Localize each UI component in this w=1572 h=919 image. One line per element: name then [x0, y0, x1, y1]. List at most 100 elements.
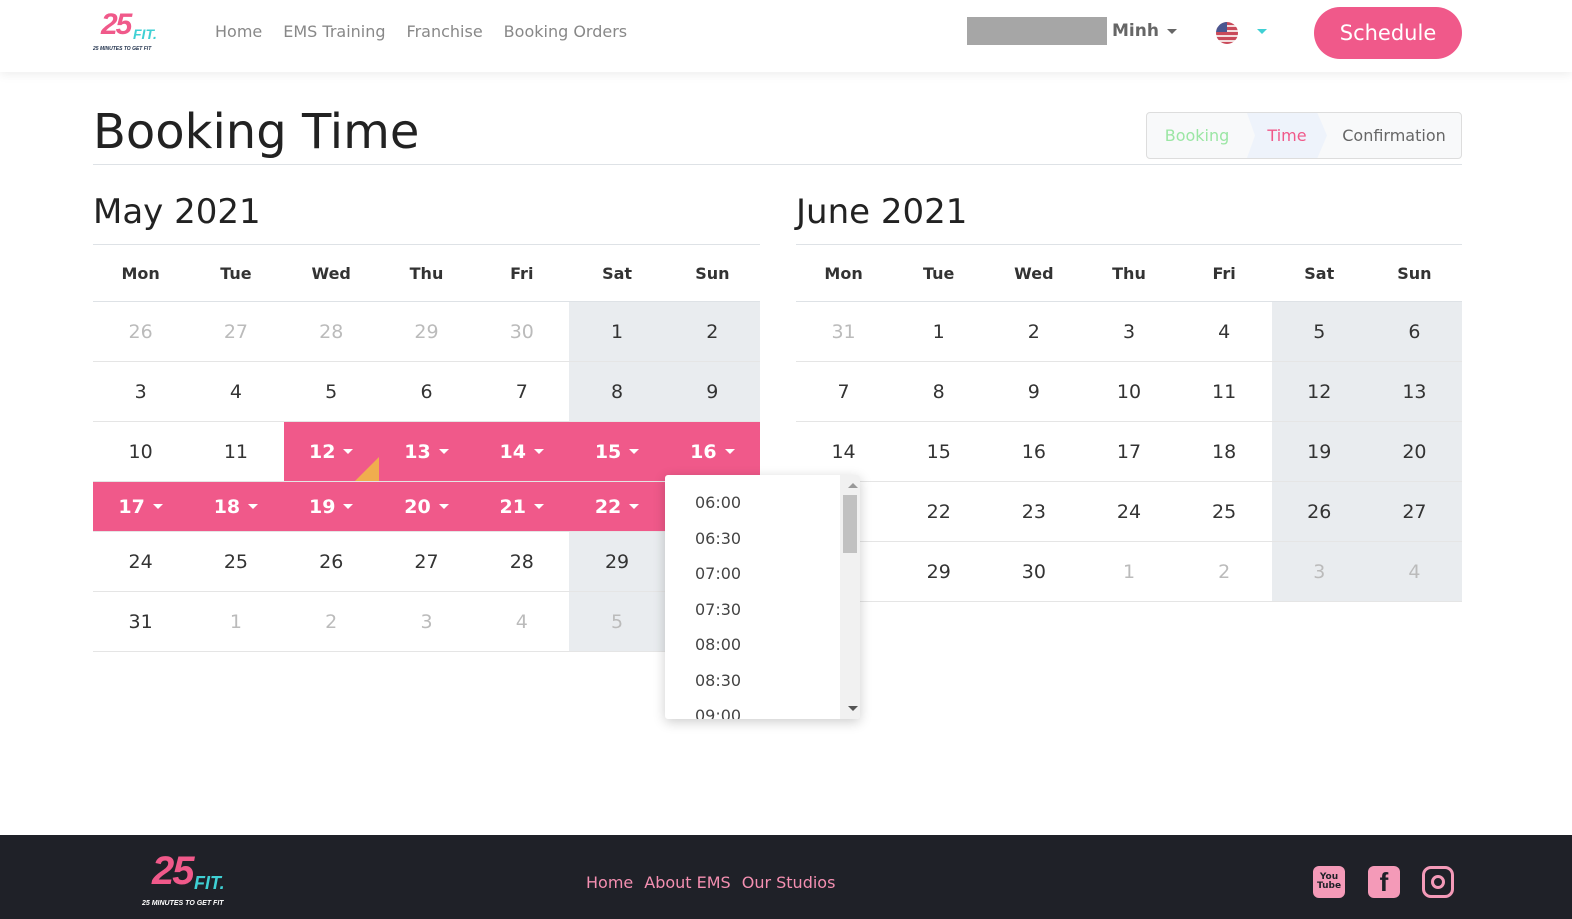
scrollbar[interactable] — [840, 475, 860, 719]
day-cell[interactable]: 26 — [284, 532, 379, 591]
day-cell[interactable]: 5 — [284, 362, 379, 421]
chevron-down-icon[interactable] — [724, 449, 735, 454]
time-option[interactable]: 07:00 — [665, 556, 860, 592]
day-cell[interactable]: 7 — [796, 362, 891, 421]
day-cell[interactable]: 3 — [1081, 302, 1176, 361]
user-menu[interactable]: Minh — [1112, 21, 1177, 41]
time-option[interactable]: 08:30 — [665, 663, 860, 699]
day-cell[interactable]: 19 — [1271, 422, 1367, 481]
day-cell[interactable]: 17 — [1081, 422, 1176, 481]
day-cell[interactable]: 29 — [891, 542, 986, 601]
footer-our-studios[interactable]: Our Studios — [742, 873, 836, 892]
footer-about-ems[interactable]: About EMS — [644, 873, 730, 892]
day-cell[interactable]: 13 — [1366, 362, 1462, 421]
day-cell[interactable]: 1 — [569, 302, 665, 361]
chevron-down-icon[interactable] — [629, 504, 640, 509]
selected-day-cell[interactable]: 22 — [569, 482, 665, 531]
weekday-label: Tue — [923, 263, 955, 283]
chevron-down-icon[interactable] — [343, 504, 354, 509]
day-cell[interactable]: 25 — [188, 532, 283, 591]
day-cell[interactable]: 29 — [569, 532, 665, 591]
time-option[interactable]: 08:00 — [665, 627, 860, 663]
day-cell[interactable]: 11 — [1177, 362, 1272, 421]
day-cell[interactable]: 2 — [664, 302, 760, 361]
day-cell[interactable]: 27 — [379, 532, 474, 591]
day-cell[interactable]: 18 — [1177, 422, 1272, 481]
day-cell[interactable]: 1 — [891, 302, 986, 361]
day-cell[interactable]: 4 — [188, 362, 283, 421]
day-cell[interactable]: 7 — [474, 362, 569, 421]
day-cell[interactable]: 25 — [1177, 482, 1272, 541]
day-cell[interactable]: 24 — [93, 532, 188, 591]
chevron-down-icon[interactable] — [534, 449, 544, 454]
footer-logo[interactable]: 25 FIT. 25 MINUTES TO GET FIT — [140, 849, 250, 913]
chevron-down-icon[interactable] — [152, 504, 163, 509]
day-cell[interactable]: 9 — [986, 362, 1081, 421]
nav-home[interactable]: Home — [215, 22, 262, 41]
chevron-down-icon[interactable] — [438, 504, 449, 509]
day-cell[interactable]: 8 — [569, 362, 665, 421]
chevron-down-icon[interactable] — [629, 449, 640, 454]
time-option[interactable]: 06:00 — [665, 485, 860, 521]
scroll-up-icon[interactable] — [848, 483, 858, 488]
day-cell[interactable]: 10 — [93, 422, 188, 481]
facebook-icon[interactable]: f — [1368, 866, 1400, 898]
chevron-down-icon[interactable] — [343, 449, 354, 454]
day-cell[interactable]: 10 — [1081, 362, 1176, 421]
youtube-icon[interactable]: You Tube — [1313, 866, 1345, 898]
selected-day-cell[interactable]: 12 — [283, 422, 379, 481]
time-dropdown[interactable]: 06:00 06:30 07:00 07:30 08:00 08:30 09:00 — [665, 475, 860, 719]
chevron-down-icon[interactable] — [534, 504, 544, 509]
time-option[interactable]: 07:30 — [665, 592, 860, 628]
day-cell[interactable]: 11 — [188, 422, 283, 481]
schedule-button[interactable]: Schedule — [1314, 7, 1462, 59]
nav-franchise[interactable]: Franchise — [407, 22, 483, 41]
day-cell[interactable]: 4 — [1177, 302, 1272, 361]
day-cell[interactable]: 26 — [1271, 482, 1367, 541]
day-cell[interactable]: 2 — [986, 302, 1081, 361]
selected-day-cell[interactable]: 21 — [474, 482, 570, 531]
day-cell[interactable]: 8 — [891, 362, 986, 421]
selected-day-cell[interactable]: 14 — [474, 422, 570, 481]
selected-day-cell[interactable]: 18 — [188, 482, 284, 531]
instagram-icon[interactable] — [1422, 866, 1454, 898]
step-booking[interactable]: Booking — [1147, 113, 1247, 158]
chevron-down-icon[interactable] — [248, 504, 259, 509]
chevron-down-icon[interactable] — [438, 449, 449, 454]
day-cell[interactable]: 6 — [379, 362, 474, 421]
selected-day-cell[interactable]: 20 — [378, 482, 475, 531]
day-cell[interactable]: 28 — [474, 532, 569, 591]
nav-booking-orders[interactable]: Booking Orders — [504, 22, 627, 41]
weekday-header: Mon Tue Wed Thu Fri Sat Sun — [796, 245, 1462, 302]
day-cell[interactable]: 14 — [796, 422, 891, 481]
logo[interactable]: 25 FIT. 25 MINUTES TO GET FIT — [93, 8, 173, 56]
scroll-down-icon[interactable] — [848, 706, 858, 711]
day-cell[interactable]: 6 — [1366, 302, 1462, 361]
day-cell[interactable]: 30 — [986, 542, 1081, 601]
nav-ems-training[interactable]: EMS Training — [283, 22, 385, 41]
selected-day-cell[interactable]: 17 — [93, 482, 189, 531]
day-cell[interactable]: 27 — [1366, 482, 1462, 541]
day-cell[interactable]: 22 — [891, 482, 986, 541]
scrollbar-thumb[interactable] — [843, 495, 857, 553]
selected-day-cell[interactable]: 19 — [283, 482, 379, 531]
time-option[interactable]: 09:00 — [665, 698, 860, 719]
day-cell[interactable]: 3 — [93, 362, 188, 421]
day-cell[interactable]: 24 — [1081, 482, 1176, 541]
footer-home[interactable]: Home — [586, 873, 633, 892]
language-chevron-down-icon[interactable] — [1257, 29, 1267, 34]
selected-day-cell[interactable]: 15 — [569, 422, 665, 481]
day-cell[interactable]: 31 — [93, 592, 188, 651]
day-cell[interactable]: 20 — [1366, 422, 1462, 481]
day-cell[interactable]: 5 — [1271, 302, 1367, 361]
time-option[interactable]: 06:30 — [665, 521, 860, 557]
selected-day-cell[interactable]: 16 — [664, 422, 760, 481]
us-flag-icon[interactable] — [1216, 22, 1238, 44]
day-cell[interactable]: 12 — [1271, 362, 1367, 421]
day-cell[interactable]: 23 — [986, 482, 1081, 541]
day-cell[interactable]: 15 — [891, 422, 986, 481]
selected-day-cell[interactable]: 13 — [378, 422, 475, 481]
weekday-label: Fri — [1212, 263, 1236, 283]
day-cell[interactable]: 9 — [664, 362, 760, 421]
day-cell[interactable]: 16 — [986, 422, 1081, 481]
